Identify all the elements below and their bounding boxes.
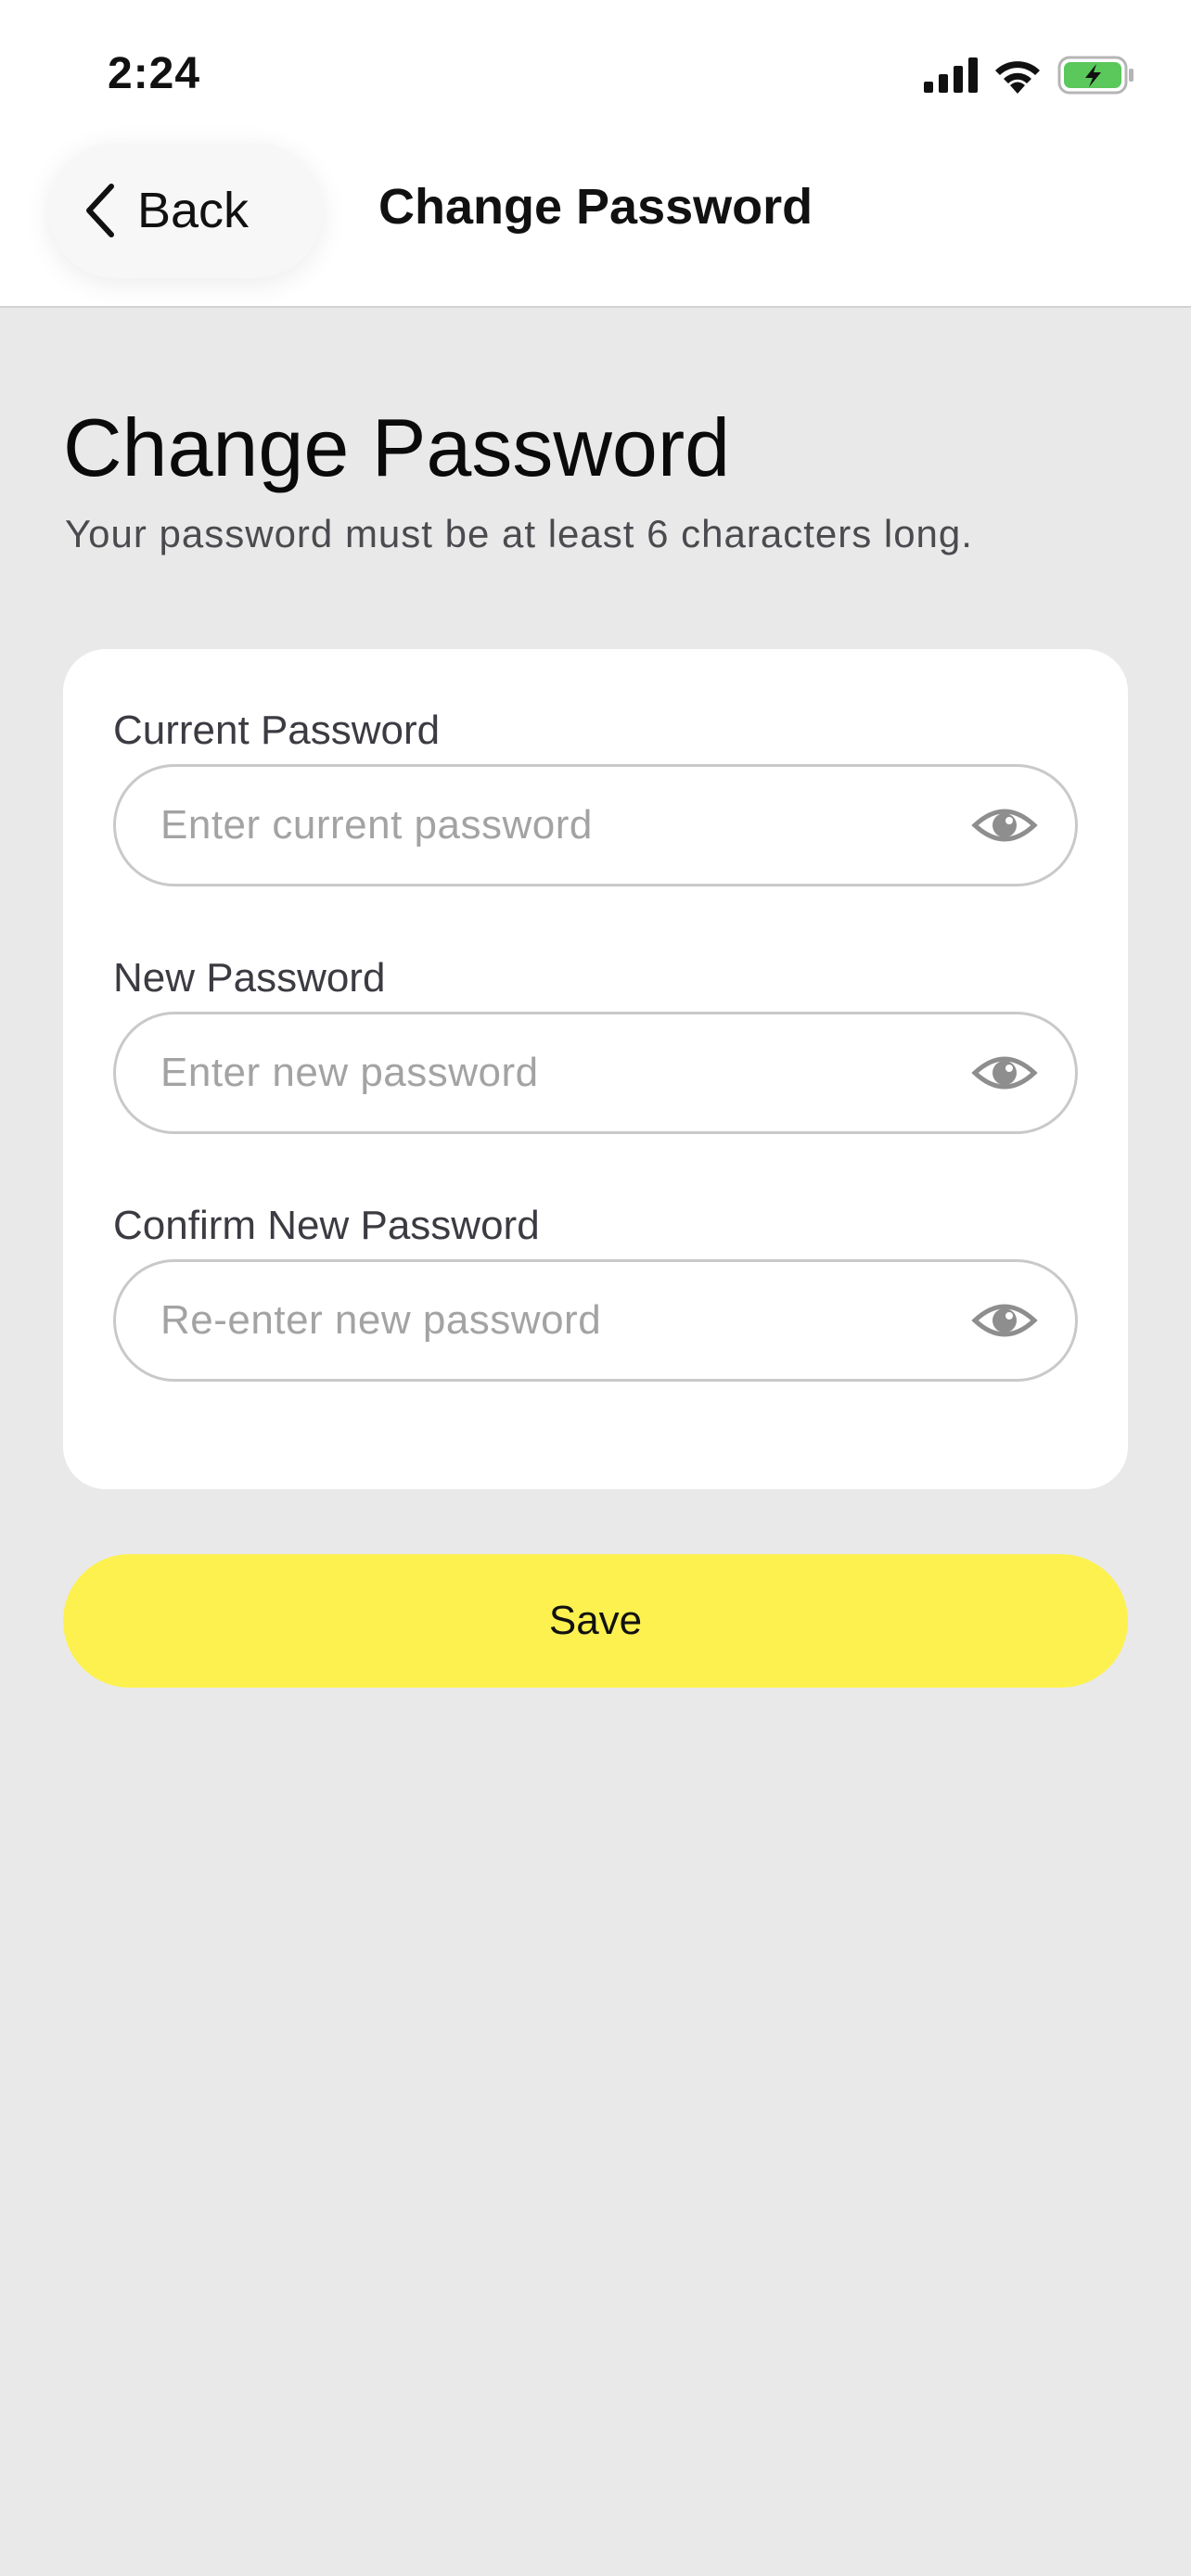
page-subtitle: Your password must be at least 6 charact… (65, 512, 973, 555)
current-password-input-wrapper (113, 764, 1078, 886)
password-form-card: Current Password New Password Confirm Ne… (63, 649, 1128, 1489)
nav-bar: Back Change Password (0, 139, 1191, 308)
eye-icon[interactable] (971, 803, 1038, 848)
confirm-password-input[interactable] (160, 1297, 971, 1344)
new-password-input[interactable] (160, 1050, 971, 1096)
confirm-password-label: Confirm New Password (113, 1203, 540, 1248)
current-password-input[interactable] (160, 802, 971, 848)
wifi-icon (995, 61, 1040, 94)
confirm-password-field: Confirm New Password (113, 1200, 1078, 1382)
page-title: Change Password (63, 402, 731, 493)
new-password-field: New Password (113, 952, 1078, 1134)
battery-charging-icon (1057, 56, 1133, 95)
eye-icon[interactable] (971, 1298, 1038, 1343)
status-icons (924, 52, 1135, 98)
save-button[interactable]: Save (63, 1554, 1128, 1688)
current-password-field: Current Password (113, 705, 1078, 886)
back-label: Back (137, 183, 250, 238)
new-password-label: New Password (113, 955, 386, 1001)
current-password-label: Current Password (113, 708, 441, 753)
status-time: 2:24 (108, 49, 201, 98)
back-button[interactable]: Back (48, 143, 323, 278)
nav-title: Change Password (378, 179, 813, 235)
eye-icon[interactable] (971, 1051, 1038, 1095)
new-password-input-wrapper (113, 1012, 1078, 1134)
chevron-left-icon (86, 184, 114, 237)
confirm-password-input-wrapper (113, 1259, 1078, 1382)
status-bar: 2:24 (0, 0, 1191, 139)
cellular-signal-icon (924, 57, 978, 93)
